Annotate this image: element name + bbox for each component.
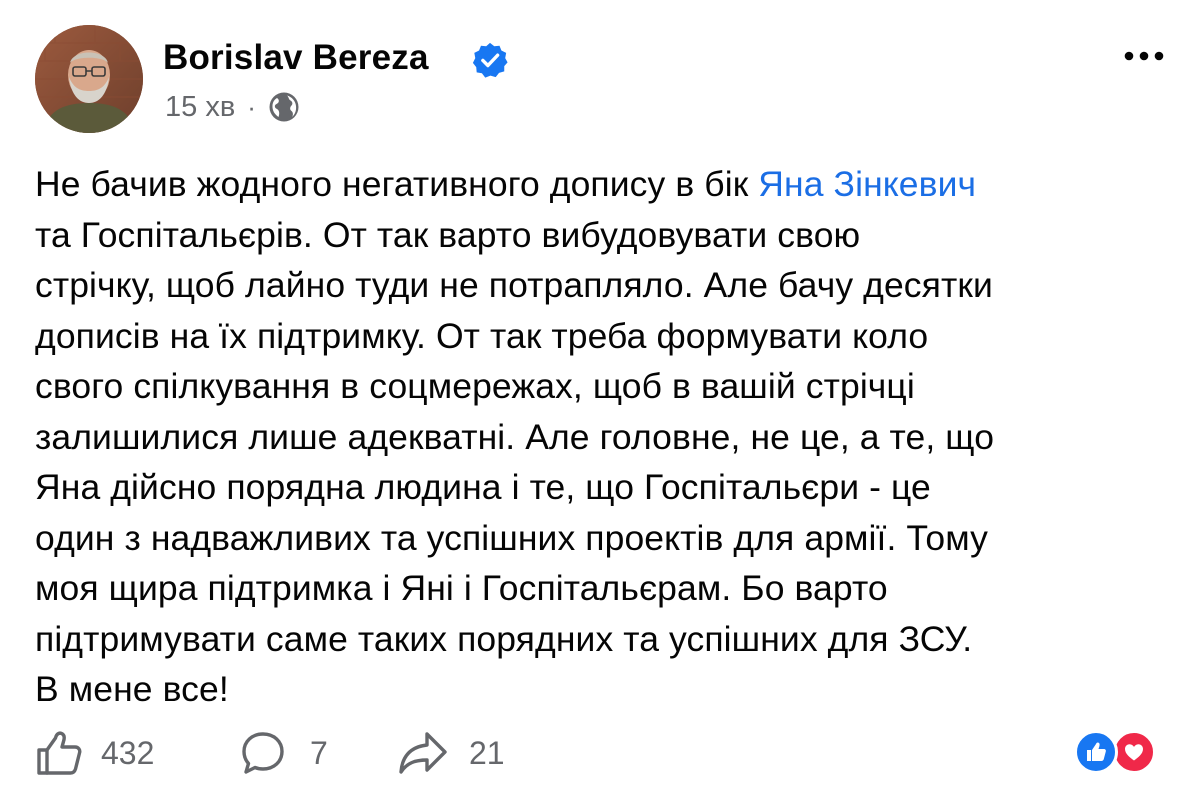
post-body-line: Яна дійсно порядна людина і те, що Госпі… — [35, 467, 931, 507]
verified-badge-icon — [472, 42, 508, 78]
comment-icon — [242, 732, 284, 774]
post-body-line: підтримувати саме таких порядних та успі… — [35, 618, 973, 659]
post-body-line: залишилися лише адекватні. Але головне, … — [35, 416, 995, 457]
share-button[interactable]: 21 — [397, 728, 505, 778]
post-body-line: стрічку, щоб лайно туди не потрапляло. А… — [35, 265, 993, 305]
reactions-summary[interactable] — [1074, 730, 1170, 776]
post-body-line: дописів на їх підтримку. От так треба фо… — [35, 315, 929, 356]
post-timestamp[interactable]: 15 хв — [165, 91, 235, 124]
facebook-post: Borislav Bereza 15 хв · Не бачив жодного… — [0, 0, 1200, 808]
likes-count: 432 — [101, 734, 155, 771]
post-body-line: та Госпітальєрів. От так варто вибудовув… — [35, 214, 861, 255]
post-header: Borislav Bereza 15 хв · — [35, 25, 1165, 135]
author-name[interactable]: Borislav Bereza — [163, 38, 429, 78]
thumbs-up-icon — [37, 731, 82, 775]
post-body-text: Не бачив жодного негативного допису в бі… — [35, 164, 759, 204]
author-avatar-image — [35, 25, 143, 133]
heart-icon — [1125, 744, 1143, 761]
shares-count: 21 — [469, 734, 505, 771]
post-body-line: В мене все! — [35, 669, 229, 709]
share-arrow-icon — [399, 732, 447, 774]
comment-button[interactable]: 7 — [240, 728, 328, 778]
post-body-line: Не бачив жодного негативного допису в бі… — [35, 159, 1175, 210]
meta-separator: · — [247, 91, 256, 122]
mention-link[interactable]: Яна Зінкевич — [758, 164, 976, 204]
more-horizontal-icon[interactable] — [1123, 49, 1165, 63]
comments-count: 7 — [310, 734, 328, 771]
post-body-line: свого спілкування в соцмережах, щоб в ва… — [35, 366, 915, 406]
post-meta: 15 хв · — [165, 87, 300, 127]
post-body-line: один з надважливих та успішних проектів … — [35, 517, 989, 558]
post-body: Не бачив жодного негативного допису в бі… — [35, 159, 1175, 715]
thumbs-up-icon — [1087, 742, 1106, 761]
author-avatar[interactable] — [35, 25, 143, 133]
post-body-line: моя щира підтримка і Яні і Госпітальєрам… — [35, 568, 888, 608]
like-reaction-icon — [1074, 730, 1118, 774]
love-reaction-icon — [1112, 730, 1156, 774]
like-button[interactable]: 432 — [35, 728, 154, 778]
post-actions: 432 7 21 — [35, 728, 1170, 778]
globe-icon — [269, 92, 299, 122]
